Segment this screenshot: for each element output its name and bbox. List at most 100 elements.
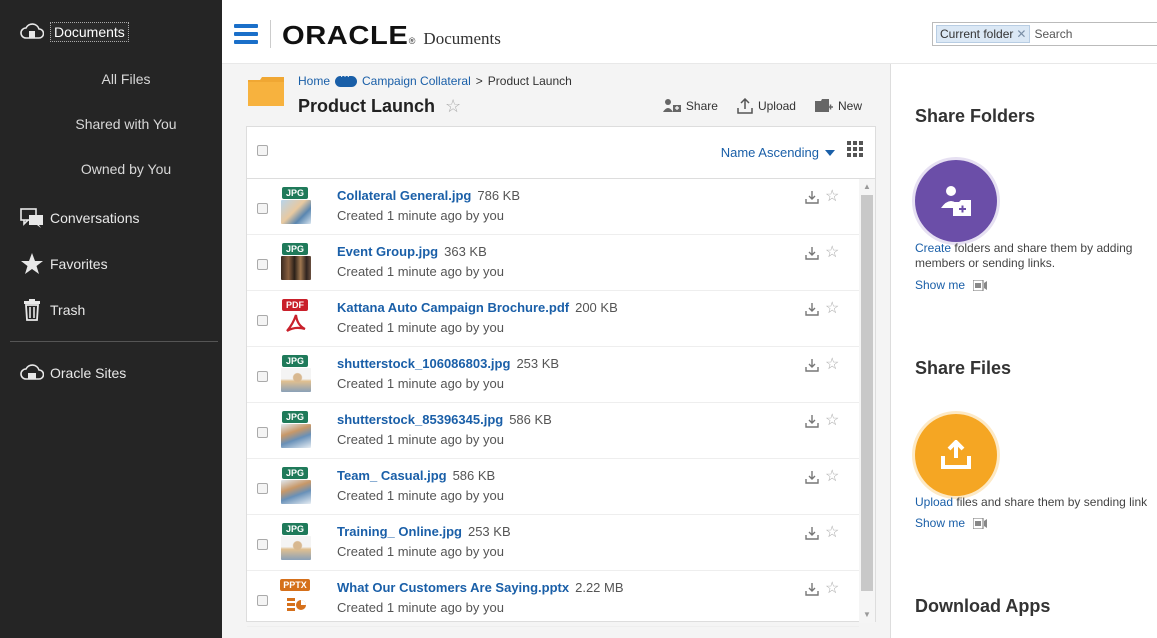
- file-type-badge: JPG: [282, 187, 308, 199]
- file-size: 253 KB: [467, 524, 511, 539]
- nav-oracle-sites[interactable]: Oracle Sites: [0, 355, 222, 391]
- nav-shared-with-you-label: Shared with You: [75, 116, 177, 132]
- new-button[interactable]: New: [814, 98, 862, 114]
- file-size: 786 KB: [477, 188, 521, 203]
- file-name-link[interactable]: shutterstock_85396345.jpg: [337, 412, 503, 427]
- scroll-down-icon[interactable]: ▼: [859, 607, 875, 623]
- file-row[interactable]: JPG Training_ Online.jpg 253 KB Created 1…: [247, 515, 859, 571]
- favorite-star-icon[interactable]: ☆: [825, 357, 839, 373]
- new-label: New: [837, 99, 862, 113]
- file-row[interactable]: JPG Collateral General.jpg 786 KB Created…: [247, 179, 859, 235]
- download-icon[interactable]: [805, 302, 819, 316]
- share-files-button[interactable]: [915, 414, 997, 496]
- file-checkbox[interactable]: [257, 427, 268, 438]
- favorite-star-icon[interactable]: ☆: [825, 189, 839, 205]
- header-divider: [270, 20, 271, 48]
- file-name-link[interactable]: Training_ Online.jpg: [337, 524, 462, 539]
- file-checkbox[interactable]: [257, 371, 268, 382]
- upload-button[interactable]: Upload: [736, 98, 796, 114]
- download-icon[interactable]: [805, 190, 819, 204]
- breadcrumb-home[interactable]: Home: [298, 74, 330, 88]
- nav-trash[interactable]: Trash: [0, 292, 222, 328]
- scroll-up-icon[interactable]: ▲: [859, 179, 875, 195]
- file-checkbox[interactable]: [257, 259, 268, 270]
- trash-icon: [14, 299, 50, 321]
- nav-owned-by-you[interactable]: Owned by You: [0, 154, 222, 184]
- file-type-badge: PPTX: [280, 579, 310, 591]
- file-row[interactable]: PPTX What Our Customers Are Saying.pptx 2…: [247, 571, 859, 627]
- share-files-title: Share Files: [915, 358, 1012, 378]
- list-scrollbar[interactable]: ▲ ▼: [859, 179, 875, 623]
- file-row[interactable]: PDF Kattana Auto Campaign Brochure.pdf 20…: [247, 291, 859, 347]
- file-checkbox[interactable]: [257, 539, 268, 550]
- jpg-file-icon: JPG: [279, 467, 313, 507]
- file-type-badge: JPG: [282, 523, 308, 535]
- file-checkbox[interactable]: [257, 315, 268, 326]
- breadcrumb-current: Product Launch: [487, 74, 572, 88]
- share-folders-title: Share Folders: [915, 106, 1036, 126]
- pptx-file-icon: PPTX: [279, 579, 313, 619]
- nav-conversations[interactable]: Conversations: [0, 200, 222, 236]
- download-icon[interactable]: [805, 526, 819, 540]
- hamburger-menu-icon[interactable]: [234, 24, 258, 44]
- download-icon[interactable]: [805, 246, 819, 260]
- show-me-link-1[interactable]: Show me: [915, 278, 988, 292]
- show-me-link-2[interactable]: Show me: [915, 516, 988, 530]
- file-name-link[interactable]: shutterstock_106086803.jpg: [337, 356, 510, 371]
- favorite-star-icon[interactable]: ☆: [825, 581, 839, 597]
- file-name-link[interactable]: Team_ Casual.jpg: [337, 468, 447, 483]
- share-folders-button[interactable]: [915, 160, 997, 242]
- file-row[interactable]: JPG shutterstock_106086803.jpg 253 KB Cre…: [247, 347, 859, 403]
- download-icon[interactable]: [805, 470, 819, 484]
- file-checkbox[interactable]: [257, 595, 268, 606]
- favorite-star-icon[interactable]: ☆: [825, 301, 839, 317]
- right-panel: Share Folders Create folders and share t…: [890, 64, 1157, 638]
- pdf-file-icon: PDF: [279, 299, 313, 339]
- file-name-link[interactable]: What Our Customers Are Saying.pptx: [337, 580, 569, 595]
- breadcrumb-campaign-collateral[interactable]: Campaign Collateral: [362, 74, 471, 88]
- favorite-star-icon[interactable]: ☆: [825, 525, 839, 541]
- jpg-file-icon: JPG: [279, 355, 313, 395]
- video-icon: [973, 517, 988, 529]
- file-name-link[interactable]: Collateral General.jpg: [337, 188, 471, 203]
- scroll-thumb[interactable]: [861, 195, 873, 591]
- download-icon[interactable]: [805, 358, 819, 372]
- share-files-description: files and share them by sending link: [953, 495, 1148, 509]
- grid-view-icon[interactable]: [847, 141, 863, 157]
- add-user-folder-icon: [941, 186, 971, 216]
- favorite-star-icon[interactable]: ☆: [825, 413, 839, 429]
- share-button[interactable]: Share: [662, 98, 718, 114]
- file-row[interactable]: JPG Event Group.jpg 363 KB Created 1 minu…: [247, 235, 859, 291]
- breadcrumb-ellipsis-icon[interactable]: [335, 71, 358, 87]
- row-actions: ☆: [805, 469, 839, 485]
- favorite-star-icon[interactable]: ☆: [445, 96, 461, 117]
- favorite-star-icon[interactable]: ☆: [825, 469, 839, 485]
- file-row[interactable]: JPG shutterstock_85396345.jpg 586 KB Crea…: [247, 403, 859, 459]
- select-all-checkbox[interactable]: [257, 145, 268, 156]
- remove-scope-icon[interactable]: ✕: [1016, 27, 1026, 41]
- file-checkbox[interactable]: [257, 203, 268, 214]
- file-name-link[interactable]: Kattana Auto Campaign Brochure.pdf: [337, 300, 569, 315]
- download-icon[interactable]: [805, 414, 819, 428]
- file-name-link[interactable]: Event Group.jpg: [337, 244, 438, 259]
- jpg-file-icon: JPG: [279, 243, 313, 283]
- row-actions: ☆: [805, 413, 839, 429]
- upload-link[interactable]: Upload: [915, 495, 953, 509]
- favorite-star-icon[interactable]: ☆: [825, 245, 839, 261]
- nav-documents[interactable]: Documents: [0, 8, 222, 56]
- nav-all-files[interactable]: All Files: [0, 64, 222, 94]
- download-icon[interactable]: [805, 582, 819, 596]
- sort-dropdown[interactable]: Name Ascending: [721, 145, 835, 160]
- file-type-badge: JPG: [282, 467, 308, 479]
- file-checkbox[interactable]: [257, 483, 268, 494]
- star-icon: [14, 252, 50, 276]
- file-meta: Created 1 minute ago by you: [337, 600, 504, 615]
- nav-shared-with-you[interactable]: Shared with You: [0, 109, 222, 139]
- nav-favorites[interactable]: Favorites: [0, 246, 222, 282]
- create-link[interactable]: Create: [915, 241, 951, 255]
- search-scope-tag[interactable]: Current folder ✕: [936, 25, 1031, 43]
- show-me-label-1: Show me: [915, 278, 966, 292]
- search-input[interactable]: [1034, 27, 1125, 41]
- file-row[interactable]: JPG Team_ Casual.jpg 586 KB Created 1 min…: [247, 459, 859, 515]
- file-rows: JPG Collateral General.jpg 786 KB Created…: [247, 179, 859, 627]
